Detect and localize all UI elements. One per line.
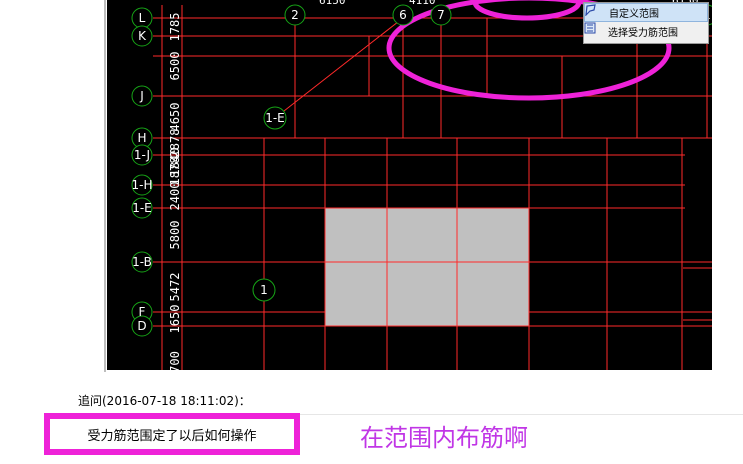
top-dimension-label: 4110 — [409, 0, 436, 7]
followup-timestamp: 追问(2016-07-18 18:11:02)： — [78, 394, 251, 408]
question-text: 受力筋范围定了以后如何操作 — [87, 428, 257, 444]
axis-bubble-label: 1 — [260, 283, 268, 297]
dimension-label: 1785 — [168, 13, 182, 42]
axis-bubble-label: 1-E — [265, 111, 285, 125]
custom-range-icon — [585, 4, 603, 19]
dimension-label: 4650 — [168, 103, 182, 132]
axis-bubble-label: K — [138, 29, 147, 43]
context-menu: 自定义范围 选择受力筋范围 — [583, 2, 709, 44]
answer-note: 在范围内布筋啊 — [360, 424, 528, 452]
dimension-label: 2400 — [168, 182, 182, 211]
axis-bubble-label: 1-H — [132, 178, 153, 192]
axis-bubble-label: F — [139, 305, 146, 319]
selected-region[interactable] — [324, 207, 530, 327]
question-box: 受力筋范围定了以后如何操作 — [44, 413, 300, 455]
dimension-label: 1878 — [168, 157, 182, 186]
dimension-label: 5472 — [168, 273, 182, 302]
grid-drawing: LKJH1-J1-H1-E1-BFD 26731 1-E1 1785650046… — [131, 0, 712, 370]
menu-item-custom-range[interactable]: 自定义范围 — [584, 3, 708, 22]
axis-bubble-label: D — [137, 319, 146, 333]
diagonal-line — [274, 17, 404, 119]
divider — [300, 414, 743, 415]
annotation-ellipse-small — [472, 0, 582, 21]
cad-drawing-canvas[interactable]: LKJH1-J1-H1-E1-BFD 26731 1-E1 1785650046… — [107, 0, 712, 370]
axis-bubble-label: 1-B — [132, 255, 152, 269]
canvas-left-border — [104, 0, 106, 372]
menu-item-select-rebar-range[interactable]: 选择受力筋范围 — [584, 22, 708, 41]
axis-bubble-label: 2 — [291, 8, 299, 22]
select-rebar-range-icon — [584, 22, 602, 38]
dimension-label: 700 — [168, 351, 182, 370]
top-dimension-label: 6150 — [319, 0, 346, 7]
menu-item-label: 自定义范围 — [609, 9, 659, 20]
dimension-label: 1650 — [168, 305, 182, 334]
axis-bubble-label: 6 — [399, 8, 407, 22]
axis-bubble-label: 1-J — [134, 148, 150, 162]
dimension-label: 6500 — [168, 52, 182, 81]
axis-bubble-label: 1-E — [132, 201, 152, 215]
axis-bubble-label: 7 — [437, 8, 445, 22]
dimension-label: 5800 — [168, 221, 182, 250]
menu-item-label: 选择受力筋范围 — [608, 28, 678, 39]
axis-bubble-label: L — [139, 11, 146, 25]
axis-bubble-label: J — [139, 89, 144, 103]
axis-bubble-label: H — [137, 131, 146, 145]
